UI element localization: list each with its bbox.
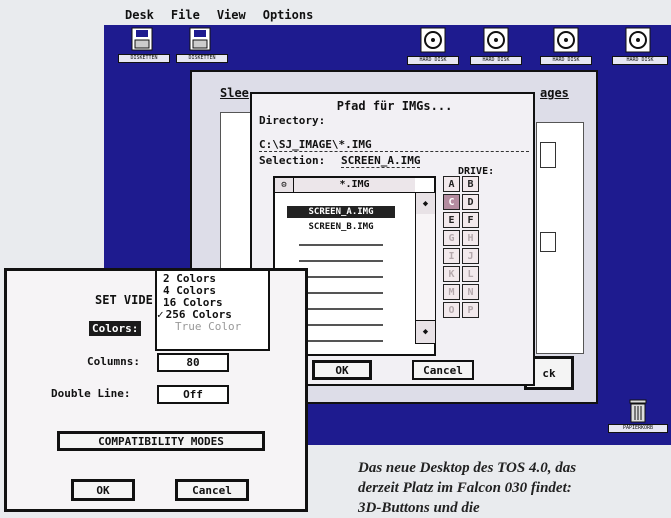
colors-popup-menu: 2 Colors 4 Colors 16 Colors ✓ 256 Colors … (155, 269, 270, 351)
columns-label: Columns: (87, 355, 140, 368)
drive-button-k[interactable]: K (443, 266, 460, 282)
file-item-placeholder (299, 244, 383, 246)
floppy-drive-icon[interactable]: DISKETTEN (176, 27, 228, 63)
drive-button-g[interactable]: G (443, 230, 460, 246)
hard-disk-label: HARD DISK (407, 56, 459, 65)
file-list-scrollbar[interactable] (415, 214, 435, 320)
file-selector-ok-label: OK (335, 363, 349, 377)
hard-disk-icon[interactable]: HARD DISK (407, 27, 459, 65)
file-selector-title: Pfad für IMGs... (336, 99, 453, 113)
hard-disk-icon[interactable]: HARD DISK (612, 27, 668, 65)
drive-button-j[interactable]: J (462, 248, 479, 264)
video-cancel-button[interactable]: Cancel (175, 479, 249, 501)
file-item-placeholder (299, 276, 383, 278)
trash-label: PAPIERKORB (608, 424, 668, 433)
columns-field[interactable]: 80 (157, 353, 229, 372)
drive-button-c[interactable]: C (443, 194, 460, 210)
compatibility-modes-label: COMPATIBILITY MODES (98, 434, 224, 448)
background-checkbox-2[interactable] (540, 232, 556, 252)
caption: Das neue Desktop des TOS 4.0, das derzei… (358, 458, 671, 518)
file-list-scroll-up-icon[interactable]: ◆ (415, 192, 436, 216)
drive-button-e[interactable]: E (443, 212, 460, 228)
drive-grid: A B C D E F G H I J K L M N O P (443, 176, 481, 324)
file-selector-cancel-label: Cancel (423, 363, 463, 377)
video-cancel-label: Cancel (192, 483, 232, 497)
file-list-scroll-down-icon[interactable]: ◆ (415, 320, 436, 344)
file-list-title: *.IMG (294, 178, 415, 193)
directory-input[interactable]: C:\SJ_IMAGE\*.IMG (259, 138, 529, 152)
menu-bar: Desk File View Options (125, 8, 313, 22)
video-ok-label: OK (96, 483, 110, 497)
caption-line-1: Das neue Desktop des TOS 4.0, das (358, 460, 577, 476)
background-window-title-left: Slee (220, 86, 249, 100)
drive-button-m[interactable]: M (443, 284, 460, 300)
drive-button-b[interactable]: B (462, 176, 479, 192)
drive-button-n[interactable]: N (462, 284, 479, 300)
file-item-placeholder (299, 292, 383, 294)
menu-desk[interactable]: Desk (125, 8, 154, 22)
file-item[interactable]: SCREEN_B.IMG (287, 222, 395, 232)
double-line-field[interactable]: Off (157, 385, 229, 404)
set-video-title: SET VIDE (95, 293, 153, 307)
directory-label: Directory: (259, 114, 326, 127)
selection-input[interactable]: SCREEN_A.IMG (341, 154, 421, 168)
hard-disk-label: HARD DISK (612, 56, 668, 65)
hard-disk-label: HARD DISK (540, 56, 592, 65)
floppy-drive-label: DISKETTEN (176, 54, 228, 63)
drive-button-a[interactable]: A (443, 176, 460, 192)
hard-disk-label: HARD DISK (470, 56, 522, 65)
file-selector-ok-button[interactable]: OK (312, 360, 372, 380)
drive-button-d[interactable]: D (462, 194, 479, 210)
floppy-drive-icon[interactable]: DISKETTEN (118, 27, 170, 63)
colors-label[interactable]: Colors: (89, 321, 142, 336)
drive-button-h[interactable]: H (462, 230, 479, 246)
file-item-placeholder (299, 260, 383, 262)
menu-options[interactable]: Options (263, 8, 314, 22)
columns-value: 80 (186, 356, 200, 369)
file-item-placeholder (299, 340, 383, 342)
drive-button-o[interactable]: O (443, 302, 460, 318)
drive-button-p[interactable]: P (462, 302, 479, 318)
drive-button-i[interactable]: I (443, 248, 460, 264)
selection-label: Selection: (259, 154, 326, 167)
file-selector-cancel-button[interactable]: Cancel (412, 360, 474, 380)
caption-line-2: derzeit Platz im Falcon 030 findet: (358, 480, 572, 496)
drive-button-l[interactable]: L (462, 266, 479, 282)
file-item-placeholder (299, 324, 383, 326)
double-line-value: Off (183, 388, 203, 401)
caption-line-3: 3D-Buttons und die (358, 500, 480, 516)
compatibility-modes-button[interactable]: COMPATIBILITY MODES (57, 431, 265, 451)
hard-disk-icon[interactable]: HARD DISK (540, 27, 592, 65)
menu-view[interactable]: View (217, 8, 246, 22)
file-item-selected[interactable]: SCREEN_A.IMG (287, 206, 395, 218)
drive-button-f[interactable]: F (462, 212, 479, 228)
background-window-title-right: ages (540, 86, 569, 100)
double-line-label: Double Line: (51, 387, 131, 400)
background-back-button-label: ck (542, 366, 556, 380)
hard-disk-icon[interactable]: HARD DISK (470, 27, 522, 65)
video-ok-button[interactable]: OK (71, 479, 135, 501)
checkmark-icon: ✓ (157, 308, 164, 321)
menu-file[interactable]: File (171, 8, 200, 22)
floppy-drive-label: DISKETTEN (118, 54, 170, 63)
file-item-placeholder (299, 308, 383, 310)
trash-icon[interactable]: PAPIERKORB (608, 398, 668, 434)
background-checkbox-1[interactable] (540, 142, 556, 168)
file-list-close-box[interactable]: ⚙ (275, 178, 294, 193)
